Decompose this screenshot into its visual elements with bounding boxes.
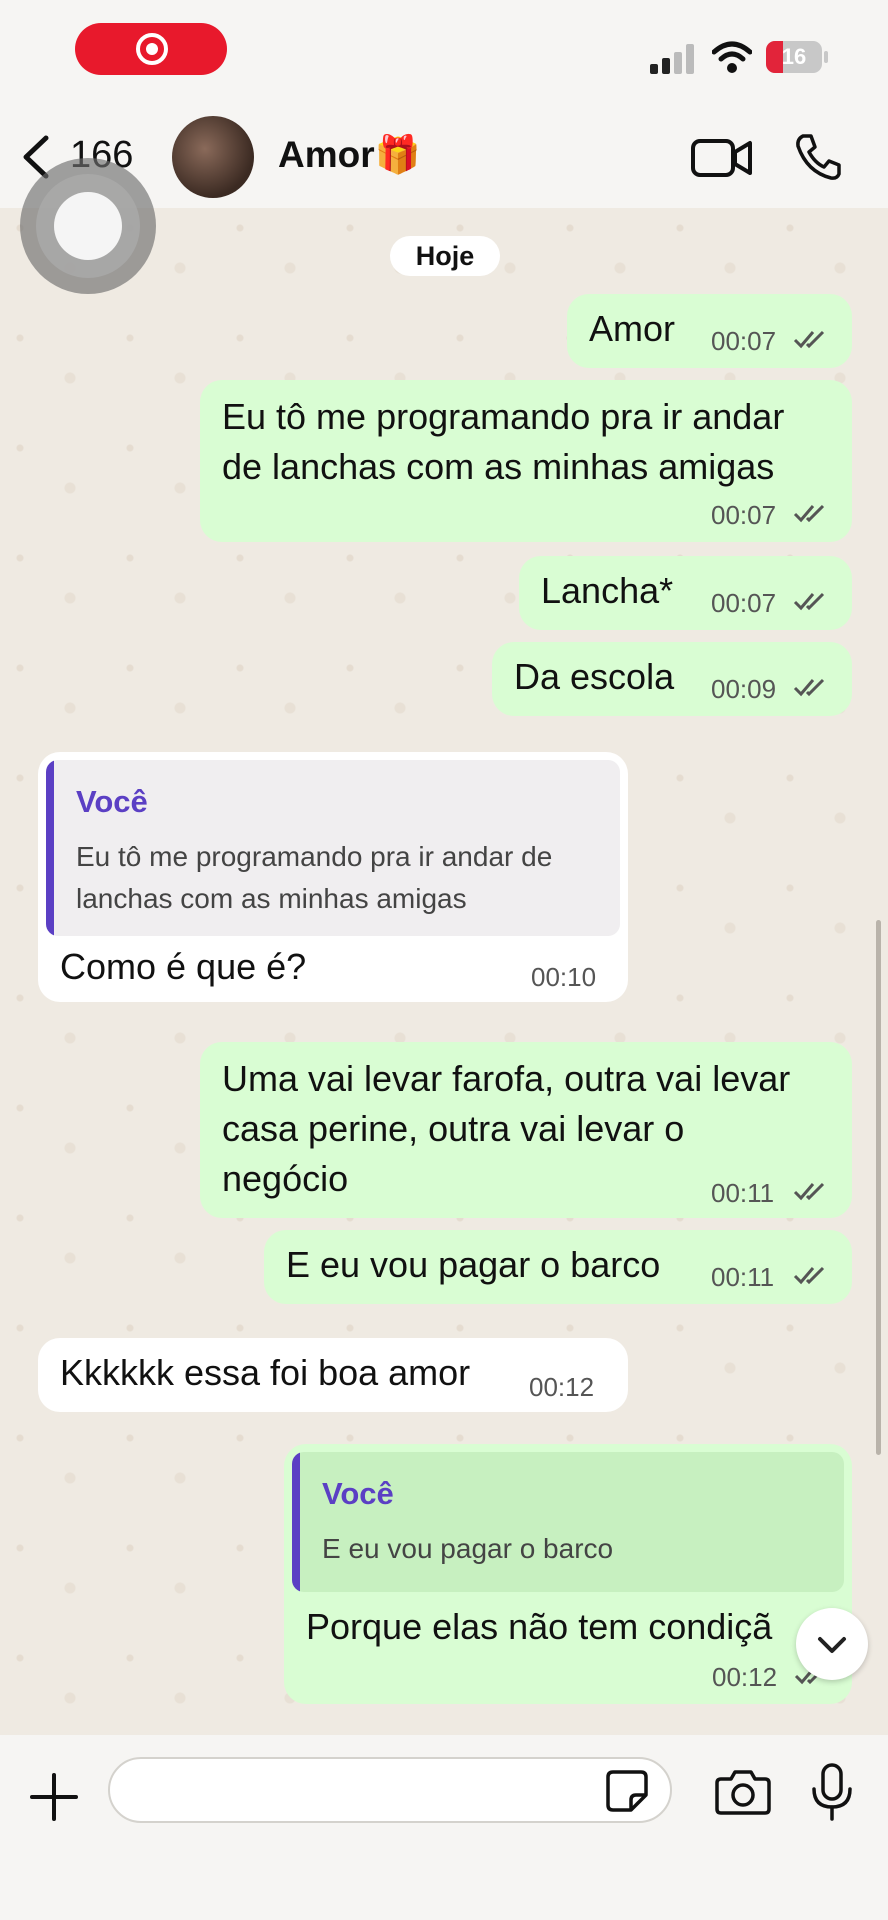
double-check-icon <box>793 678 825 697</box>
quote-author: Você <box>322 1476 394 1511</box>
message-text: Kkkkkk essa foi boa amor <box>60 1352 471 1393</box>
quote-line: lanchas com as minhas amigas <box>76 883 467 914</box>
status-bar: 16 <box>0 0 888 110</box>
message-line: casa perine, outra vai levar o <box>222 1108 685 1149</box>
message-text: Porque elas não tem condiçã <box>306 1606 773 1647</box>
incoming-message[interactable]: Kkkkkk essa foi boa amor 00:12 <box>38 1338 628 1412</box>
message-composer <box>0 1735 888 1920</box>
outgoing-message[interactable]: E eu vou pagar o barco 00:11 <box>264 1230 852 1304</box>
wifi-icon <box>712 41 752 73</box>
scroll-down-button[interactable] <box>796 1608 868 1680</box>
message-text: E eu vou pagar o barco <box>286 1244 661 1285</box>
message-text: Da escola <box>514 656 675 697</box>
camera-icon[interactable] <box>715 1769 771 1815</box>
video-call-icon[interactable] <box>690 136 754 180</box>
phone-icon[interactable] <box>793 132 843 182</box>
chat-area[interactable]: Hoje Amor 00:07 Eu tô me programando pra… <box>0 208 888 1735</box>
quoted-reply[interactable]: Você Eu tô me programando pra ir andar d… <box>46 760 620 936</box>
quote-accent-bar <box>46 760 54 936</box>
quote-author: Você <box>76 784 148 819</box>
signal-icon <box>650 44 694 74</box>
message-time: 00:12 <box>529 1372 595 1402</box>
outgoing-message[interactable]: Da escola 00:09 <box>492 642 852 716</box>
message-time: 00:07 <box>711 588 777 618</box>
message-input[interactable] <box>108 1757 672 1823</box>
battery-level: 16 <box>781 44 807 69</box>
quote-text: E eu vou pagar o barco <box>322 1533 614 1564</box>
double-check-icon <box>793 592 825 611</box>
quoted-reply[interactable]: Você E eu vou pagar o barco <box>292 1452 844 1592</box>
double-check-icon <box>793 1266 825 1285</box>
outgoing-message[interactable]: Amor 00:07 <box>567 294 852 368</box>
chat-scrollbar[interactable] <box>876 920 881 1455</box>
message-text: Amor <box>589 308 676 349</box>
message-line: de lanchas com as minhas amigas <box>222 446 775 487</box>
screen-recording-indicator[interactable] <box>75 23 227 75</box>
plus-icon[interactable] <box>28 1771 80 1823</box>
message-time: 00:11 <box>711 1178 775 1208</box>
scroll-down-icon <box>818 1637 846 1653</box>
message-line: negócio <box>222 1158 349 1199</box>
double-check-icon <box>793 1182 825 1201</box>
contact-name[interactable]: Amor🎁 <box>278 134 421 177</box>
outgoing-message[interactable]: Uma vai levar farofa, outra vai levar ca… <box>200 1042 852 1218</box>
message-time: 00:07 <box>711 500 777 530</box>
outgoing-message[interactable]: Lancha* 00:07 <box>519 556 852 630</box>
quote-accent-bar <box>292 1452 300 1592</box>
message-line: Uma vai levar farofa, outra vai levar <box>222 1058 791 1099</box>
mic-icon[interactable] <box>810 1763 854 1821</box>
message-time: 00:10 <box>531 962 597 992</box>
record-icon <box>136 33 168 65</box>
outgoing-message[interactable]: Você E eu vou pagar o barco Porque elas … <box>284 1444 852 1704</box>
message-time: 00:07 <box>711 326 777 356</box>
battery-icon: 16 <box>766 41 822 73</box>
double-check-icon <box>793 504 825 523</box>
incoming-message[interactable]: Você Eu tô me programando pra ir andar d… <box>38 752 628 1002</box>
quote-line: Eu tô me programando pra ir andar de <box>76 841 553 872</box>
battery-tip <box>824 51 828 63</box>
message-time: 00:11 <box>711 1262 775 1292</box>
message-time: 00:12 <box>712 1662 778 1692</box>
date-chip: Hoje <box>390 236 500 276</box>
message-text: Lancha* <box>541 570 674 611</box>
message-text: Como é que é? <box>60 946 307 987</box>
double-check-icon <box>793 330 825 349</box>
sticker-icon[interactable] <box>605 1769 649 1813</box>
outgoing-message[interactable]: Eu tô me programando pra ir andar de lan… <box>200 380 852 542</box>
avatar[interactable] <box>172 116 254 198</box>
message-line: Eu tô me programando pra ir andar <box>222 396 785 437</box>
message-time: 00:09 <box>711 674 777 704</box>
assistive-touch-button[interactable] <box>20 158 156 294</box>
